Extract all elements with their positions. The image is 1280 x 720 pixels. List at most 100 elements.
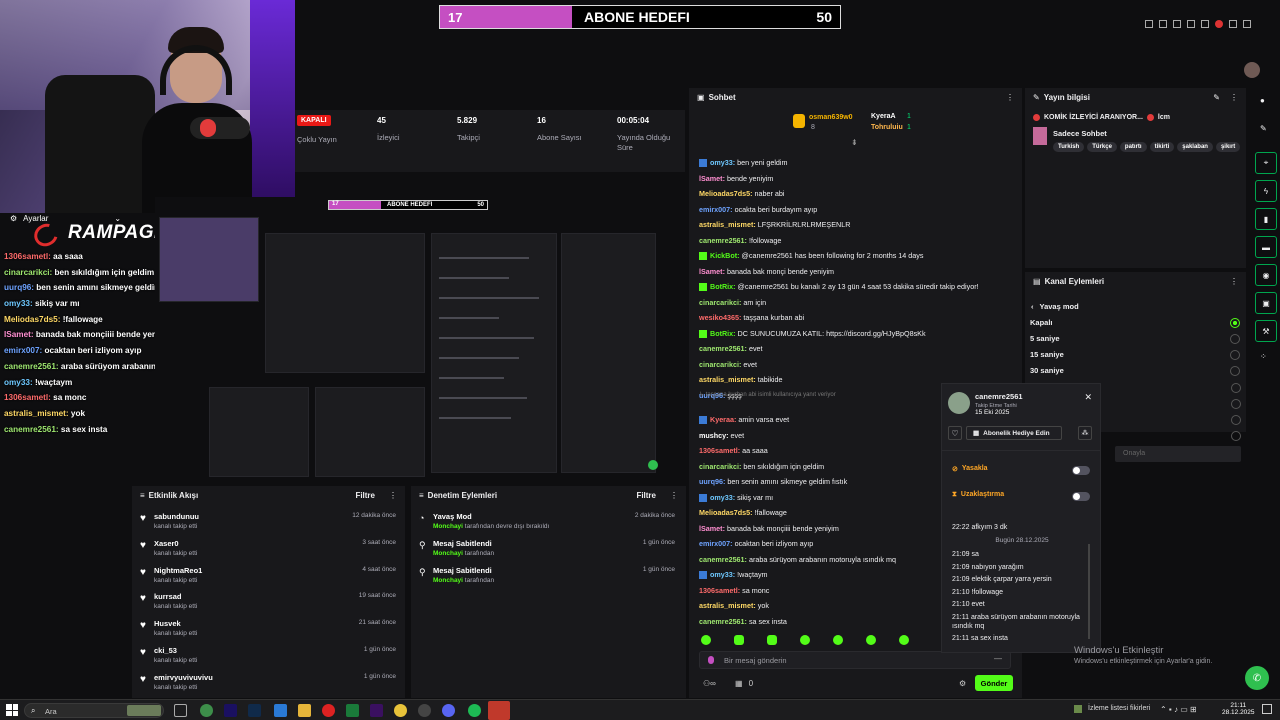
top-gifter-3[interactable]: Tohruluiu xyxy=(871,124,903,131)
tag-chip[interactable]: patırtı xyxy=(1119,142,1147,152)
bookmark-icon[interactable] xyxy=(1173,20,1181,28)
clock[interactable]: 21:11 28.12.2025 xyxy=(1222,702,1255,716)
chat-username[interactable]: cinarcarikci: xyxy=(699,360,741,369)
wrench-tool-icon[interactable]: ⚒ xyxy=(1255,320,1277,342)
moderation-item[interactable]: ⚲ Mesaj Sabitlendi Monchayi tarafından 1 gü… xyxy=(419,566,679,592)
chat-message[interactable]: BotRix: DC SUNUCUMUZA KATIL: https://dis… xyxy=(699,329,926,338)
task-view-icon[interactable] xyxy=(174,704,187,717)
radio-icon[interactable] xyxy=(1230,350,1240,360)
file-explorer-icon[interactable] xyxy=(298,704,311,717)
pin-icon[interactable]: ⇟ xyxy=(851,138,858,147)
activity-item[interactable]: ♥ kurrsad kanalı takip etti 19 saat önce xyxy=(140,592,400,618)
chat-username[interactable]: astralis_mismet: xyxy=(699,375,756,384)
chat-username[interactable]: astralis_mismet: xyxy=(699,601,756,610)
chat-username[interactable]: emirx007: xyxy=(699,205,733,214)
save-tool-icon[interactable]: ▣ xyxy=(1255,292,1277,314)
xbox-icon[interactable] xyxy=(346,704,359,717)
chat-message[interactable]: cinarcarikci: evet xyxy=(699,360,757,369)
chat-username[interactable]: wesiko4365: xyxy=(699,313,741,322)
chat-message[interactable]: canemre2561: sa sex insta xyxy=(699,617,787,626)
moderation-item[interactable]: ⚲ Mesaj Sabitlendi Monchayi tarafından 1 gü… xyxy=(419,539,679,565)
help-chat-icon[interactable]: ✆ xyxy=(1245,666,1269,690)
chat-message[interactable]: mushcy: evet xyxy=(699,431,744,440)
chat-message[interactable]: wesiko4365: taşşana kurban abi xyxy=(699,313,804,322)
slow-mode-option[interactable]: 15 saniye xyxy=(1030,350,1240,364)
filter-button[interactable]: Filtre xyxy=(355,491,375,500)
chat-username[interactable]: omy33: xyxy=(710,493,735,502)
tag-chip[interactable]: şikırt xyxy=(1215,142,1241,152)
activity-item[interactable]: ♥ sabundunuu kanalı takip etti 12 dakika ön… xyxy=(140,512,400,538)
top-gifter-1[interactable]: osman639w0 xyxy=(809,114,853,121)
emote-icon[interactable] xyxy=(701,635,711,645)
radio-icon[interactable] xyxy=(1231,399,1241,409)
chat-message[interactable]: Melioadas7ds5: !fallowage xyxy=(699,508,787,517)
activity-item[interactable]: ♥ NightmaReo1 kanalı takip etti 4 saat önce xyxy=(140,566,400,592)
discord-icon[interactable] xyxy=(442,704,455,717)
chat-username[interactable]: BotRix: xyxy=(710,329,736,338)
chat-message[interactable]: cinarcarikci: am için xyxy=(699,298,766,307)
broadcast-tool-icon[interactable]: ◉ xyxy=(1255,264,1277,286)
top-gifter-2[interactable]: KyeraA xyxy=(871,113,896,120)
emote-icon[interactable] xyxy=(866,635,876,645)
tag-chip[interactable]: Turkish xyxy=(1053,142,1085,152)
chat-message[interactable]: emirx007: ocakta beri burdayım ayıp xyxy=(699,205,817,214)
stream-preview[interactable]: 17 ABONE HEDEFI 50 xyxy=(155,197,660,485)
opera-icon[interactable] xyxy=(322,704,335,717)
back-button[interactable]: ‹ Yavaş mod xyxy=(1031,302,1079,311)
chat-username[interactable]: mushcy: xyxy=(699,431,729,440)
send-button[interactable]: Gönder xyxy=(975,675,1013,691)
chat-username[interactable]: KickBot: xyxy=(710,251,740,260)
windows-start-icon[interactable] xyxy=(6,704,18,716)
chat-username[interactable]: emirx007: xyxy=(699,539,733,548)
play-icon[interactable] xyxy=(1187,20,1195,28)
points-display[interactable]: ▦ 0 xyxy=(735,679,753,688)
file-tool-icon[interactable]: ▮ xyxy=(1255,208,1277,230)
emote-icon[interactable] xyxy=(767,635,777,645)
more-icon[interactable]: ⋮ xyxy=(1230,277,1238,286)
ban-toggle[interactable] xyxy=(1072,466,1090,475)
extension-icon[interactable] xyxy=(1145,20,1153,28)
radio-selected-icon[interactable] xyxy=(1230,318,1240,328)
chat-message[interactable]: Melioadas7ds5: naber abi xyxy=(699,189,785,198)
more-icon[interactable]: ⋮ xyxy=(670,491,678,500)
app-icon[interactable] xyxy=(200,704,213,717)
chat-message[interactable]: omy33: ben yeni geldim xyxy=(699,158,788,168)
filter-button[interactable]: Filtre xyxy=(636,491,656,500)
radio-icon[interactable] xyxy=(1231,415,1241,425)
info-icon[interactable]: ● xyxy=(1260,96,1265,105)
chat-username[interactable]: canemre2561: xyxy=(699,344,747,353)
taskbar-search-input[interactable]: ⌕ Ara xyxy=(24,703,164,718)
slow-mode-option[interactable]: 30 saniye xyxy=(1030,366,1240,380)
chat-input[interactable]: Bir mesaj gönderin — xyxy=(699,651,1011,669)
slow-mode-option[interactable]: Kapalı xyxy=(1030,318,1240,332)
timeout-toggle[interactable] xyxy=(1072,492,1090,501)
emoji-icon[interactable] xyxy=(708,656,714,664)
chat-username[interactable]: cinarcarikci: xyxy=(699,298,741,307)
edit-icon[interactable]: ✎ xyxy=(1213,93,1220,102)
more-icon[interactable]: ⋮ xyxy=(389,491,397,500)
chat-message[interactable]: lSamet: banada bak monçiiii bende yeniyi… xyxy=(699,524,839,533)
chat-message[interactable]: omy33: sikiş var mı xyxy=(699,493,773,502)
chat-username[interactable]: BotRix: xyxy=(710,282,736,291)
chat-message[interactable]: astralis_mismet: LFŞRKRİLRLRLRMEŞENLR xyxy=(699,220,850,229)
photoshop-icon[interactable] xyxy=(248,704,261,717)
chat-message[interactable]: canemre2561: araba sürüyom arabanın moto… xyxy=(699,555,896,564)
chat-username[interactable]: uurq96: xyxy=(699,477,725,486)
chrome-icon[interactable] xyxy=(394,704,407,717)
radio-icon[interactable] xyxy=(1231,383,1241,393)
chat-username[interactable]: lSamet: xyxy=(699,524,725,533)
chat-message[interactable]: astralis_mismet: yok xyxy=(699,601,769,610)
premiere-icon[interactable] xyxy=(224,704,237,717)
card-username[interactable]: canemre2561 xyxy=(975,392,1023,401)
target-tool-icon[interactable]: ⌖ xyxy=(1255,152,1277,174)
activity-item[interactable]: ♥ Husvek kanalı takip etti 21 saat önce xyxy=(140,619,400,645)
screenshot-icon[interactable] xyxy=(1159,20,1167,28)
chat-username[interactable]: omy33: xyxy=(710,158,735,167)
chat-settings-icon[interactable]: ⚙ xyxy=(959,679,966,688)
chat-username[interactable]: astralis_mismet: xyxy=(699,220,756,229)
radio-icon[interactable] xyxy=(1230,366,1240,376)
heart-outline-icon[interactable]: ♡ xyxy=(948,426,962,440)
obs-icon[interactable] xyxy=(418,704,431,717)
chat-username[interactable]: canemre2561: xyxy=(699,617,747,626)
heart-icon[interactable] xyxy=(1215,20,1223,28)
